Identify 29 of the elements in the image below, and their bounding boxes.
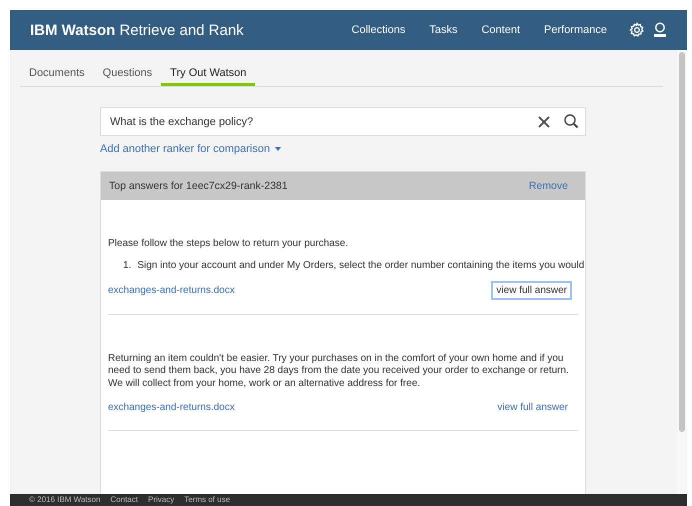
scrollbar[interactable] [679, 52, 685, 432]
settings-icon[interactable] [629, 22, 645, 38]
nav-link[interactable]: Content [469, 24, 532, 36]
view-full-answer-link[interactable]: view full answer [491, 280, 572, 300]
tab[interactable]: Documents [20, 67, 94, 86]
nav-link[interactable]: Performance [532, 24, 619, 36]
footer-link[interactable]: © 2016 IBM Watson [29, 494, 100, 506]
nav-link[interactable]: Tasks [417, 24, 470, 36]
caret-icon [274, 147, 281, 151]
app-title: IBM Watson Retrieve and Rank [30, 22, 244, 38]
search-icon[interactable] [564, 114, 579, 129]
source-link[interactable]: exchanges-and-returns.docx [108, 284, 235, 296]
tab[interactable]: Try Out Watson [161, 67, 256, 86]
search-field[interactable]: What is the exchange policy? [100, 107, 586, 136]
footer-link[interactable]: Privacy [148, 494, 174, 506]
answer-text: Sign into your account and under My Orders, select the order number containing the items you would [137, 260, 584, 270]
user-icon[interactable] [653, 22, 667, 38]
footer-link[interactable]: Contact [110, 494, 138, 506]
list-number: 1. [123, 260, 132, 270]
source-link[interactable]: exchanges-and-returns.docx [108, 402, 235, 413]
view-full-answer-link[interactable]: view full answer [493, 399, 572, 416]
nav-link[interactable]: Collections [340, 24, 418, 36]
close-icon[interactable] [538, 116, 550, 128]
footer-link[interactable]: Terms of use [184, 494, 230, 506]
answer-text: Please follow the steps below to return your purchase. [108, 238, 350, 250]
answer-text: Returning an item couldn't be easier. Try your purchases on in the comfort of your own home and if you need to send them back, you have 28 days from the date you received your order to exchange or return. We will collect from your home, work or an alternative address for free. [108, 352, 570, 390]
tab[interactable]: Questions [94, 67, 162, 86]
add-ranker-link[interactable]: Add another ranker for comparison [100, 143, 281, 155]
panel-title: Top answers for 1eec7cx29-rank-2381 [109, 180, 288, 192]
